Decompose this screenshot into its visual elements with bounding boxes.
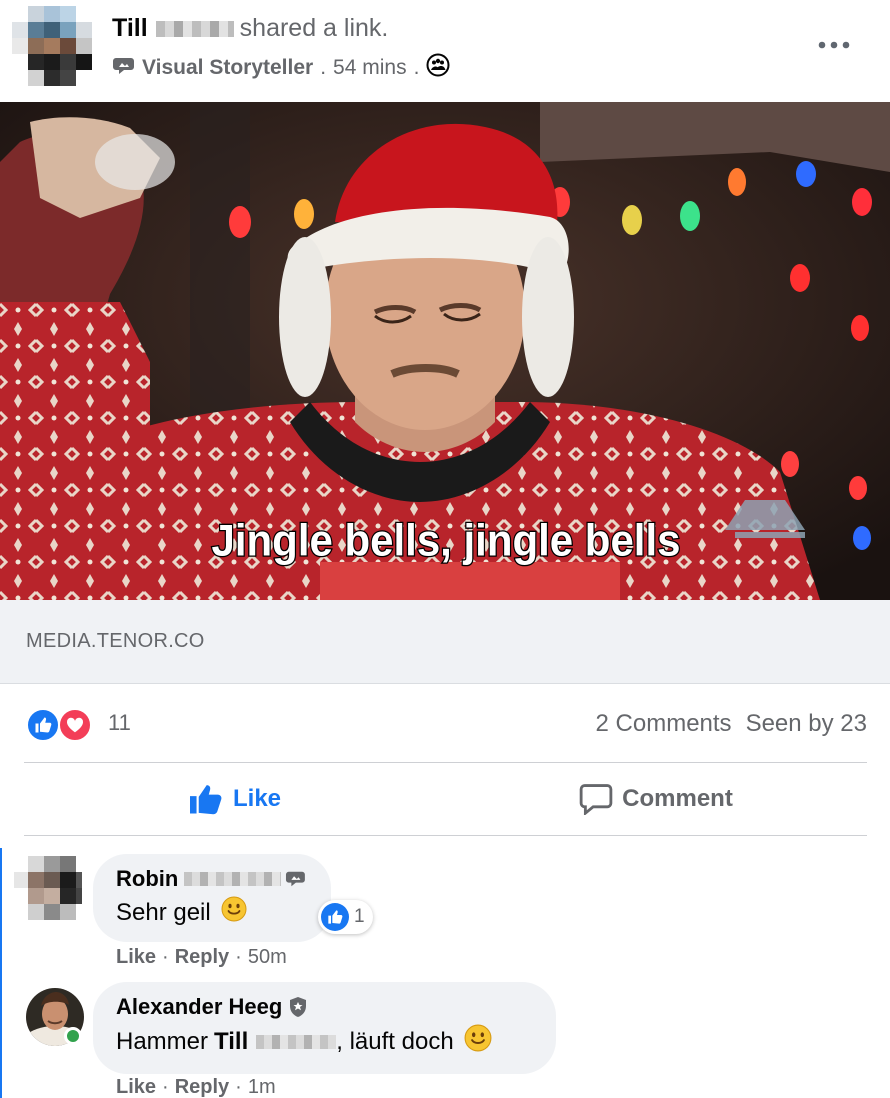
comment-reply-link[interactable]: Reply	[175, 1076, 229, 1098]
author-name[interactable]: Till	[112, 14, 148, 42]
link-domain: MEDIA.TENOR.CO	[26, 630, 205, 652]
redacted-last-name	[184, 872, 282, 886]
mention-link[interactable]: Till	[214, 1028, 248, 1056]
comment-author: Robin	[116, 866, 307, 892]
shared-gif[interactable]: Jingle bells, jingle bells	[0, 102, 890, 600]
audience-group-icon[interactable]	[426, 53, 450, 83]
separator-dot: .	[413, 56, 420, 79]
smiley-emoji-icon	[221, 896, 247, 929]
post-actions: Like Comment	[0, 763, 890, 835]
comment-item: Robin Sehr geil 1 Like · Reply · 50m	[0, 848, 890, 978]
comments-count-link[interactable]: 2 Comments	[596, 710, 732, 737]
divider	[24, 835, 867, 836]
comment-reply-link[interactable]: Reply	[175, 946, 229, 968]
admin-shield-icon	[290, 997, 307, 1017]
comment-button[interactable]: Comment	[445, 763, 867, 835]
comment-reaction-count: 1	[354, 906, 365, 927]
meta-dot: ·	[162, 946, 169, 968]
post-header: Till shared a link. Visual Storyteller . …	[0, 0, 890, 102]
seen-by-link[interactable]: Seen by 23	[746, 710, 867, 737]
like-reaction-icon	[26, 708, 60, 742]
comment-like-link[interactable]: Like	[116, 946, 156, 968]
comment-button-label: Comment	[622, 785, 733, 812]
comment-meta: Like · Reply · 1m	[116, 1076, 276, 1098]
comment-author: Alexander Heeg	[116, 994, 532, 1020]
storyteller-badge-icon	[112, 55, 136, 81]
smiley-emoji-icon	[464, 1024, 492, 1059]
meta-dot: ·	[235, 1076, 242, 1098]
meta-dot: ·	[162, 1076, 169, 1098]
storyteller-badge-icon	[286, 871, 306, 887]
comment-text: Hammer Till , läuft doch	[116, 1024, 532, 1059]
author-avatar[interactable]	[12, 6, 96, 90]
stats-right: 2 Comments Seen by 23	[596, 710, 867, 738]
reaction-stats: 11 2 Comments Seen by 23	[0, 686, 890, 762]
comment-body-prefix: Hammer	[116, 1027, 209, 1055]
separator-dot: .	[320, 56, 327, 79]
post-headline: Till shared a link.	[112, 14, 388, 43]
comment-text: Sehr geil	[116, 896, 307, 929]
comment-author-name[interactable]: Robin	[116, 866, 178, 892]
comment-bubble: Robin Sehr geil	[93, 854, 331, 942]
comment-time[interactable]: 50m	[248, 946, 287, 968]
more-options-icon	[818, 41, 850, 49]
like-button-label: Like	[232, 785, 282, 812]
meta-dot: ·	[235, 946, 242, 968]
gif-frame-illustration: Jingle bells, jingle bells	[0, 102, 890, 600]
gif-caption: Jingle bells, jingle bells	[212, 517, 681, 566]
comment-like-link[interactable]: Like	[116, 1076, 156, 1098]
reaction-icons[interactable]	[26, 708, 96, 742]
comment-author-name[interactable]: Alexander Heeg	[116, 994, 282, 1020]
thumbs-up-icon	[189, 785, 222, 815]
like-button[interactable]: Like	[24, 763, 445, 835]
comment-time[interactable]: 1m	[248, 1076, 276, 1098]
online-status-indicator	[64, 1027, 82, 1045]
commenter-avatar[interactable]	[24, 986, 86, 1048]
commenter-avatar[interactable]	[14, 856, 82, 920]
link-preview-bar[interactable]: MEDIA.TENOR.CO	[0, 600, 890, 684]
comment-body-suffix: , läuft doch	[336, 1027, 454, 1055]
post-time[interactable]: 54 mins	[333, 56, 407, 80]
post-subline: Visual Storyteller . 54 mins .	[112, 53, 450, 83]
redacted-last-name	[256, 1034, 337, 1049]
comment-body: Sehr geil	[116, 898, 211, 926]
love-reaction-icon	[58, 708, 92, 742]
like-reaction-icon	[321, 903, 349, 931]
group-name-link[interactable]: Visual Storyteller	[142, 56, 313, 80]
comment-reaction-badge[interactable]: 1	[318, 900, 373, 934]
more-options-button[interactable]	[814, 30, 854, 60]
action-text: shared a link.	[239, 14, 389, 42]
comment-meta: Like · Reply · 50m	[116, 946, 287, 969]
redacted-last-name	[155, 21, 234, 37]
reaction-count[interactable]: 11	[108, 710, 131, 736]
comment-bubble: Alexander Heeg Hammer Till , läuft doch	[93, 982, 556, 1074]
comment-item: Alexander Heeg Hammer Till , läuft doch …	[0, 978, 890, 1098]
comment-bubble-icon	[579, 784, 613, 815]
